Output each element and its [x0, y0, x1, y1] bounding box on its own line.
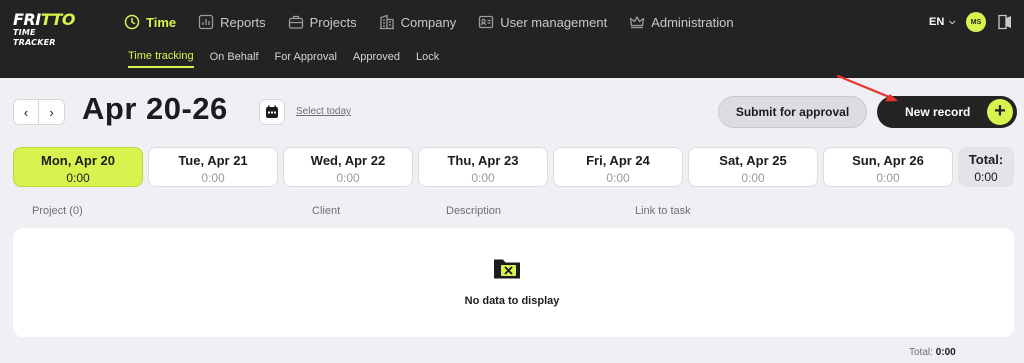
day-card-sat[interactable]: Sat, Apr 25 0:00 [688, 147, 818, 187]
next-week-button[interactable]: › [39, 99, 65, 125]
app-logo[interactable]: FRITTO TIME TRACKER [13, 10, 81, 48]
logo-subtitle: TIME TRACKER [13, 28, 56, 47]
nav-label: Administration [651, 14, 734, 30]
calendar-button[interactable] [259, 99, 285, 125]
tab-approved[interactable]: Approved [353, 51, 400, 67]
column-header-description[interactable]: Description [446, 205, 501, 217]
week-total: Total: 0:00 [958, 147, 1014, 187]
nav-item-time[interactable]: Time [124, 14, 176, 30]
day-hours: 0:00 [606, 171, 630, 185]
nav-label: Time [146, 14, 177, 30]
nav-label: Company [400, 14, 457, 30]
column-header-link-to-task[interactable]: Link to task [635, 205, 691, 217]
avatar[interactable]: MS [966, 12, 986, 32]
nav-label: Reports [220, 14, 266, 30]
briefcase-icon [288, 15, 303, 29]
id-card-icon [479, 15, 494, 29]
nav-label: Projects [309, 14, 357, 30]
day-hours: 0:00 [336, 171, 360, 185]
nav-item-reports[interactable]: Reports [198, 14, 266, 30]
day-card-mon[interactable]: Mon, Apr 20 0:00 [13, 147, 143, 187]
day-name: Tue, Apr 21 [178, 153, 248, 168]
day-name: Thu, Apr 23 [447, 153, 519, 168]
footer-total-label: Total: [909, 347, 936, 358]
chart-icon [198, 14, 214, 30]
day-hours: 0:00 [201, 171, 225, 185]
nav-label: User management [500, 14, 608, 30]
day-hours: 0:00 [66, 171, 90, 185]
nav-item-user-management[interactable]: User management [478, 14, 607, 30]
previous-week-button[interactable]: ‹ [13, 99, 39, 125]
day-card-sun[interactable]: Sun, Apr 26 0:00 [823, 147, 953, 187]
day-hours: 0:00 [471, 171, 495, 185]
nav-item-administration[interactable]: Administration [629, 14, 734, 30]
chevron-down-icon: ⌵ [949, 17, 956, 26]
tab-on-behalf[interactable]: On Behalf [210, 51, 259, 67]
language-label: EN [929, 16, 945, 28]
language-select[interactable]: EN ⌵ [929, 16, 955, 28]
calendar-icon [266, 105, 278, 118]
day-card-fri[interactable]: Fri, Apr 24 0:00 [553, 147, 683, 187]
plus-icon: + [987, 99, 1013, 125]
nav-item-projects[interactable]: Projects [288, 14, 357, 30]
day-name: Sun, Apr 26 [852, 153, 924, 168]
top-bar: FRITTO TIME TRACKER Time Reports Project… [0, 0, 1024, 78]
day-card-tue[interactable]: Tue, Apr 21 0:00 [148, 147, 278, 187]
tab-for-approval[interactable]: For Approval [275, 51, 337, 67]
empty-folder-icon [494, 259, 520, 279]
week-total-label: Total: [968, 152, 1004, 167]
tab-lock[interactable]: Lock [416, 51, 439, 67]
column-header-client[interactable]: Client [312, 205, 340, 217]
tab-time-tracking[interactable]: Time tracking [128, 50, 194, 68]
logo-text: FRITTO [13, 10, 76, 29]
page-title: Apr 20-26 [82, 91, 228, 126]
day-name: Mon, Apr 20 [41, 153, 115, 168]
building-icon [379, 14, 394, 30]
day-card-wed[interactable]: Wed, Apr 22 0:00 [283, 147, 413, 187]
crown-icon [630, 16, 645, 29]
clock-icon [124, 14, 140, 30]
day-card-thu[interactable]: Thu, Apr 23 0:00 [418, 147, 548, 187]
main-nav: Time Reports Projects Company User manag… [124, 12, 756, 32]
new-record-label: New record [905, 105, 971, 119]
sub-nav: Time tracking On Behalf For Approval App… [128, 50, 455, 68]
week-total-value: 0:00 [974, 170, 998, 184]
footer-total-value: 0:00 [935, 347, 956, 358]
day-hours: 0:00 [741, 171, 765, 185]
day-hours: 0:00 [876, 171, 900, 185]
day-name: Wed, Apr 22 [310, 153, 386, 168]
column-header-project[interactable]: Project (0) [32, 205, 83, 217]
records-table [13, 228, 1014, 337]
logout-icon[interactable] [998, 14, 1012, 30]
nav-item-company[interactable]: Company [379, 14, 457, 30]
empty-state-text: No data to display [464, 295, 560, 307]
select-today-link[interactable]: Select today [296, 106, 351, 117]
annotation-arrow-icon [836, 74, 898, 102]
day-name: Fri, Apr 24 [586, 153, 650, 168]
footer-total: Total: 0:00 [909, 347, 956, 358]
day-name: Sat, Apr 25 [719, 153, 787, 168]
